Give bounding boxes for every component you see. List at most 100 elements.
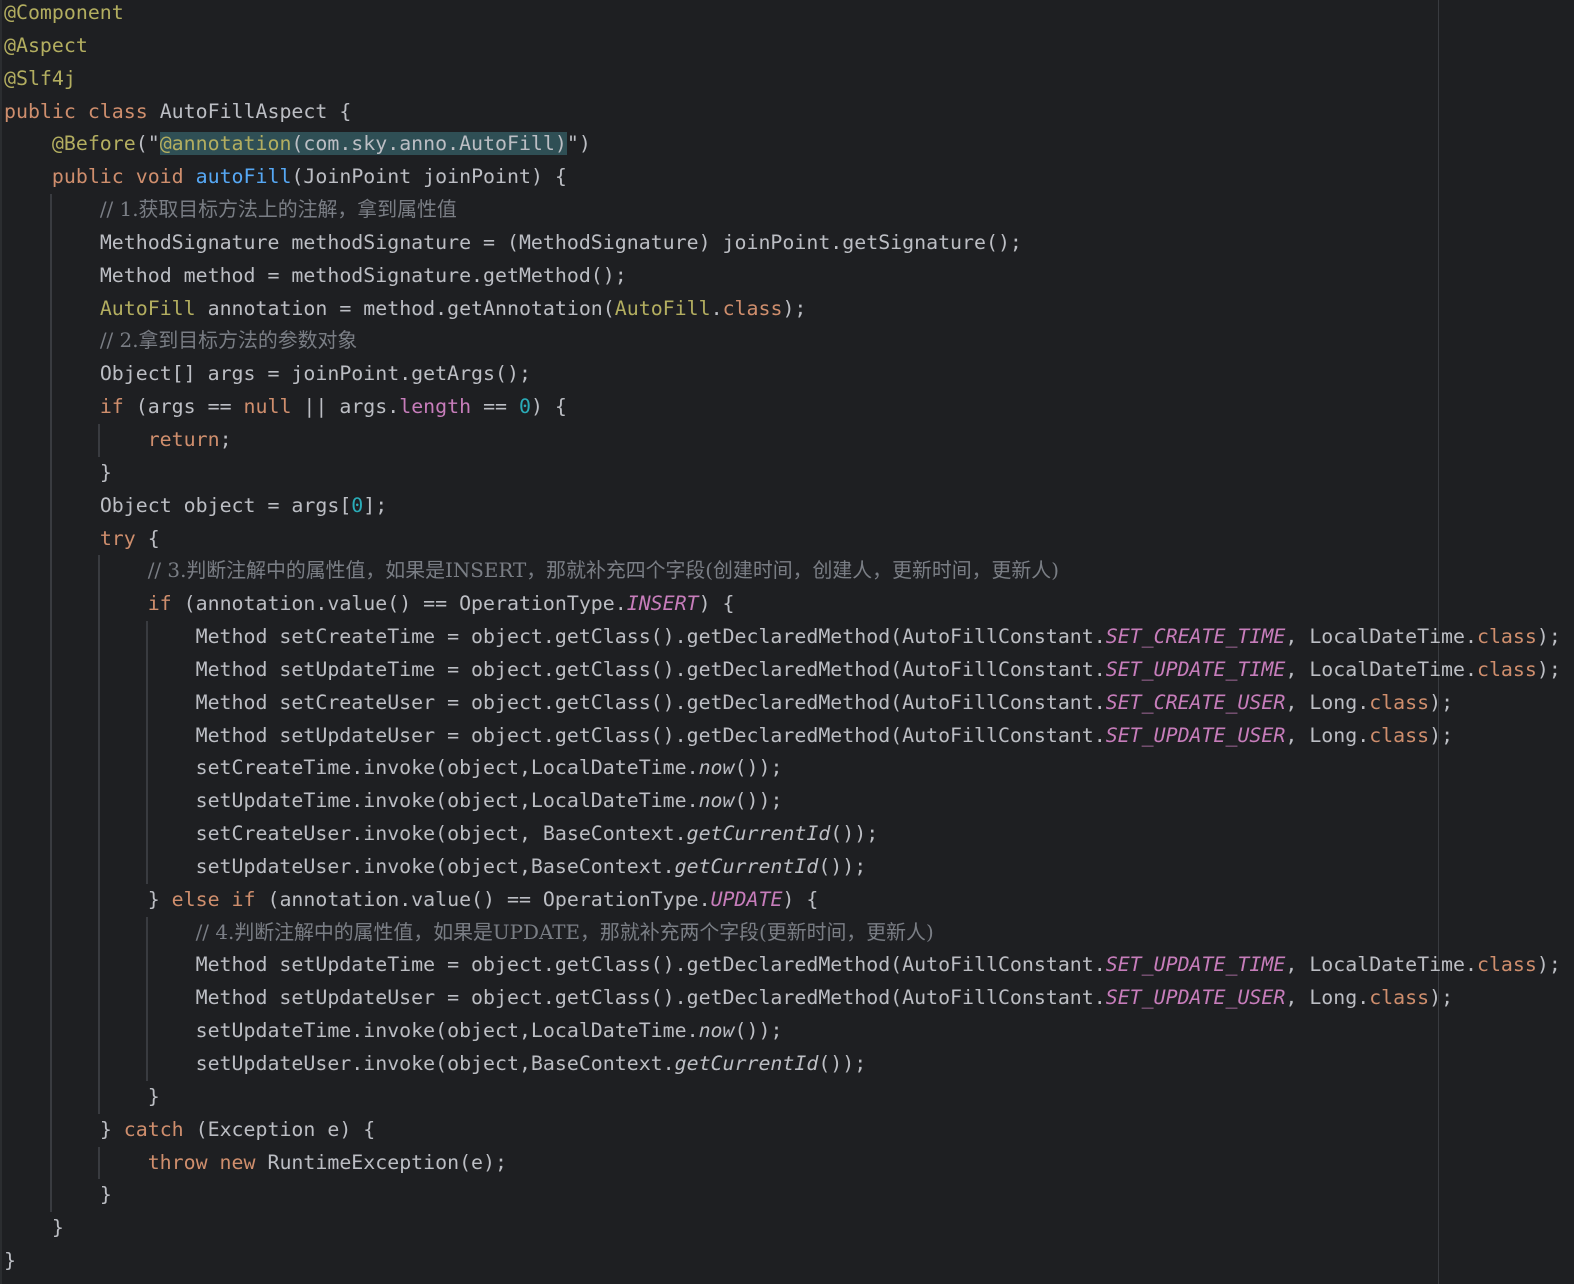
code-line[interactable]: } [4,1080,1574,1114]
static-constant-token: UPDATE [710,887,783,911]
code-line[interactable]: AutoFill annotation = method.getAnnotati… [4,292,1574,326]
code-line[interactable]: setCreateUser.invoke(object, BaseContext… [4,818,1574,851]
static-constant-token: SET_UPDATE_TIME [1105,657,1286,681]
code-line[interactable]: Method method = methodSignature.getMetho… [4,259,1574,293]
code-line[interactable]: Method setUpdateUser = object.getClass()… [4,719,1574,753]
static-constant-token: SET_UPDATE_USER [1105,723,1286,747]
code-line[interactable]: public void autoFill(JoinPoint joinPoint… [4,161,1574,194]
code-line[interactable]: @Component [4,0,1574,30]
code-line[interactable]: Object object = args[0]; [4,489,1574,523]
code-token: ); [1429,690,1454,714]
code-token: Method setUpdateTime = object.getClass()… [195,953,1106,977]
code-line[interactable]: // 3.判断注解中的属性值，如果是INSERT，那就补充四个字段(创建时间，创… [4,555,1574,589]
keyword-token: return [147,427,220,451]
indent-guide [49,850,52,884]
indent-guide [49,325,52,359]
code-line[interactable]: try { [4,522,1574,556]
indent-guide [49,719,52,753]
code-token: ); [1536,953,1561,977]
code-token: (annotation.value() == OperationType. [267,887,711,911]
code-token: ); [782,296,807,320]
static-method-token: getCurrentId [674,854,819,878]
code-line[interactable]: setUpdateUser.invoke(object,BaseContext.… [4,850,1574,884]
code-line[interactable]: Method setCreateTime = object.getClass()… [4,621,1574,654]
code-line[interactable]: throw new RuntimeException(e); [4,1146,1574,1180]
code-token: MethodSignature methodSignature = (Metho… [99,230,1022,254]
code-token: ]; [363,493,388,517]
indent-guide [49,522,52,556]
indent-guide [49,489,52,523]
code-line[interactable]: // 2.拿到目标方法的参数对象 [4,325,1574,359]
highlighted-annotation-token: @annotation [159,132,292,156]
editor-left-edge [0,0,2,1284]
indent-guide [145,686,148,720]
indent-guide [97,949,100,983]
code-token: setUpdateTime.invoke(object,LocalDateTim… [195,789,699,813]
indent-guide [49,1179,52,1213]
code-line[interactable]: } [4,1179,1574,1213]
code-line[interactable]: setUpdateTime.invoke(object,LocalDateTim… [4,785,1574,819]
keyword-token: class [1476,657,1537,681]
code-line[interactable]: @Slf4j [4,63,1574,96]
code-line[interactable]: } [4,456,1574,490]
code-token: ()); [830,822,879,846]
indent-guide [145,653,148,687]
code-token: , LocalDateTime. [1285,953,1477,977]
static-method-token: now [698,789,735,813]
number-token: 0 [519,395,531,419]
code-line[interactable]: MethodSignature methodSignature = (Metho… [4,226,1574,260]
indent-guide [49,456,52,490]
code-line[interactable]: Method setUpdateTime = object.getClass()… [4,949,1574,983]
code-token: , Long. [1285,690,1370,714]
indent-guide [97,555,100,589]
code-line[interactable]: Object[] args = joinPoint.getArgs(); [4,358,1574,392]
comment-token: // 3.判断注解中的属性值，如果是INSERT，那就补充四个字段(创建时间，创… [147,559,1059,583]
indent-guide [145,818,148,851]
code-line[interactable]: return; [4,423,1574,457]
keyword-token: catch [123,1117,196,1141]
indent-guide [97,1080,100,1114]
code-token: setCreateUser.invoke(object, BaseContext… [195,822,687,846]
code-line[interactable]: } else if (annotation.value() == Operati… [4,883,1574,917]
code-token: ); [1536,657,1561,681]
indent-guide [97,883,100,917]
code-editor[interactable]: @Component @Aspect @Slf4j public class Auto… [0,0,1574,1284]
keyword-token: class [1369,986,1430,1010]
indent-guide [49,752,52,786]
code-line[interactable]: } catch (Exception e) { [4,1113,1574,1147]
indent-guide [49,818,52,851]
code-line[interactable]: if (annotation.value() == OperationType.… [4,588,1574,622]
keyword-token: if [99,395,136,419]
code-line[interactable]: @Before("@annotation(com.sky.anno.AutoFi… [4,128,1574,161]
field-token: length [399,395,472,419]
indent-guide [97,1015,100,1048]
indent-guide [49,259,52,293]
code-line[interactable]: } [4,1212,1574,1245]
annotation-token: @Aspect [4,33,88,57]
code-token: Object object = args[ [99,493,352,517]
comment-token: // 1.获取目标方法上的注解，拿到属性值 [99,198,457,222]
code-line[interactable]: Method setUpdateUser = object.getClass()… [4,982,1574,1016]
code-line[interactable]: // 1.获取目标方法上的注解，拿到属性值 [4,194,1574,227]
code-line[interactable]: public class AutoFillAspect { [4,96,1574,129]
annotation-token: AutoFill [614,296,711,320]
code-line[interactable]: setUpdateUser.invoke(object,BaseContext.… [4,1048,1574,1081]
code-line[interactable]: } [4,1245,1574,1278]
indent-guide [49,555,52,589]
code-line[interactable]: // 4.判断注解中的属性值，如果是UPDATE，那就补充两个字段(更新时间，更… [4,916,1574,950]
code-token: ) { [530,395,567,419]
code-line[interactable]: Method setCreateUser = object.getClass()… [4,686,1574,720]
code-line[interactable]: Method setUpdateTime = object.getClass()… [4,653,1574,687]
keyword-token: if [147,592,184,616]
indent-guide [49,588,52,622]
indent-guide [49,883,52,917]
code-line[interactable]: if (args == null || args.length == 0) { [4,391,1574,424]
code-line[interactable]: setUpdateTime.invoke(object,LocalDateTim… [4,1015,1574,1048]
code-area[interactable]: @Component @Aspect @Slf4j public class Auto… [4,0,1574,1278]
code-line[interactable]: setCreateTime.invoke(object,LocalDateTim… [4,752,1574,786]
code-line[interactable]: @Aspect [4,30,1574,63]
static-constant-token: INSERT [626,592,699,616]
annotation-token: AutoFill [99,296,196,320]
